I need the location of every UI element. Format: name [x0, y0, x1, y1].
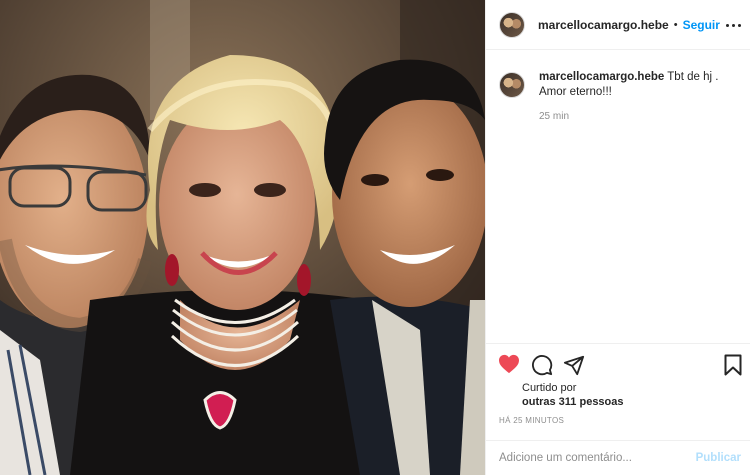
- action-bar: [486, 343, 750, 385]
- post-timestamp[interactable]: HÁ 25 MINUTOS: [499, 416, 564, 425]
- caption-text: Tbt de hj .: [664, 71, 719, 83]
- liked-by-label: Curtido por: [522, 382, 577, 394]
- follow-button[interactable]: Seguir: [683, 18, 720, 32]
- caption-line-2: Amor eterno!!!: [539, 86, 612, 98]
- caption-line-1: marcellocamargo.hebe Tbt de hj .: [539, 70, 718, 85]
- caption-username[interactable]: marcellocamargo.hebe: [539, 71, 664, 83]
- comment-input[interactable]: [499, 452, 696, 464]
- post-photo-illustration: [0, 0, 485, 475]
- caption-time[interactable]: 25 min: [539, 109, 718, 124]
- bookmark-icon[interactable]: [724, 354, 742, 381]
- caption-avatar[interactable]: [499, 72, 525, 98]
- comment-bar: Publicar: [486, 440, 750, 475]
- post-photo[interactable]: [0, 0, 485, 475]
- liked-by-others-link[interactable]: outras 311 pessoas: [522, 395, 624, 409]
- likes-summary: Curtido por outras 311 pessoas: [522, 381, 624, 409]
- separator-dot: •: [673, 18, 678, 31]
- post-header: marcellocamargo.hebe • Seguir: [486, 0, 750, 50]
- publish-button[interactable]: Publicar: [696, 452, 741, 464]
- avatar[interactable]: [499, 11, 525, 38]
- comment-icon[interactable]: [531, 354, 553, 381]
- more-icon[interactable]: [723, 15, 743, 35]
- header-username[interactable]: marcellocamargo.hebe: [538, 18, 669, 32]
- heart-icon[interactable]: [498, 354, 520, 379]
- post-sidebar: marcellocamargo.hebe • Seguir marcelloca…: [485, 0, 750, 475]
- send-icon[interactable]: [563, 354, 585, 381]
- caption: marcellocamargo.hebe Tbt de hj . Amor et…: [499, 70, 739, 124]
